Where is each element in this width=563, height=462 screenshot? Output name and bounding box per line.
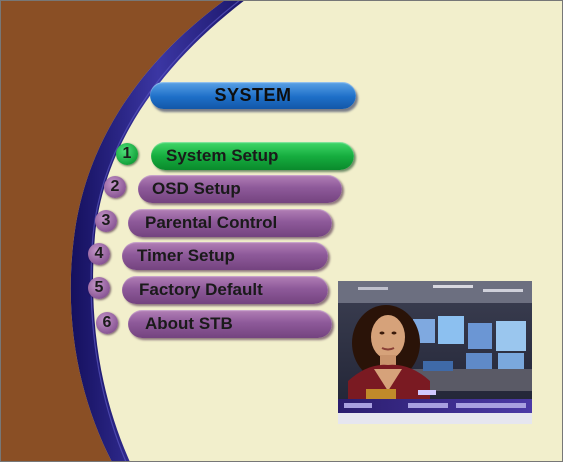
menu-item-number-2: 2 (104, 176, 126, 198)
menu-item-timer-setup[interactable]: Timer Setup (122, 242, 328, 270)
tv-preview-image (338, 281, 532, 424)
menu-item-about-stb[interactable]: About STB (128, 310, 332, 338)
stb-system-menu-screen: SYSTEM 1 System Setup 2 OSD Setup 3 Pare… (0, 0, 563, 462)
menu-item-factory-default[interactable]: Factory Default (122, 276, 328, 304)
menu-item-label: Parental Control (145, 213, 278, 232)
menu-item-label: Factory Default (139, 280, 263, 299)
menu-item-number-1: 1 (116, 143, 138, 165)
menu-title-pill: SYSTEM (150, 82, 356, 109)
menu-item-number-6: 6 (96, 312, 118, 334)
menu-item-label: OSD Setup (152, 179, 241, 198)
menu-item-number-3: 3 (95, 210, 117, 232)
tv-preview-window (338, 281, 532, 424)
menu-item-number-4: 4 (88, 243, 110, 265)
menu-item-system-setup[interactable]: System Setup (151, 142, 354, 170)
menu-item-osd-setup[interactable]: OSD Setup (138, 175, 342, 203)
menu-item-label: About STB (145, 314, 233, 333)
menu-item-label: System Setup (166, 146, 279, 165)
menu-title: SYSTEM (214, 85, 292, 105)
menu-item-label: Timer Setup (137, 246, 235, 265)
menu-item-number-5: 5 (88, 277, 110, 299)
menu-item-parental-control[interactable]: Parental Control (128, 209, 332, 237)
